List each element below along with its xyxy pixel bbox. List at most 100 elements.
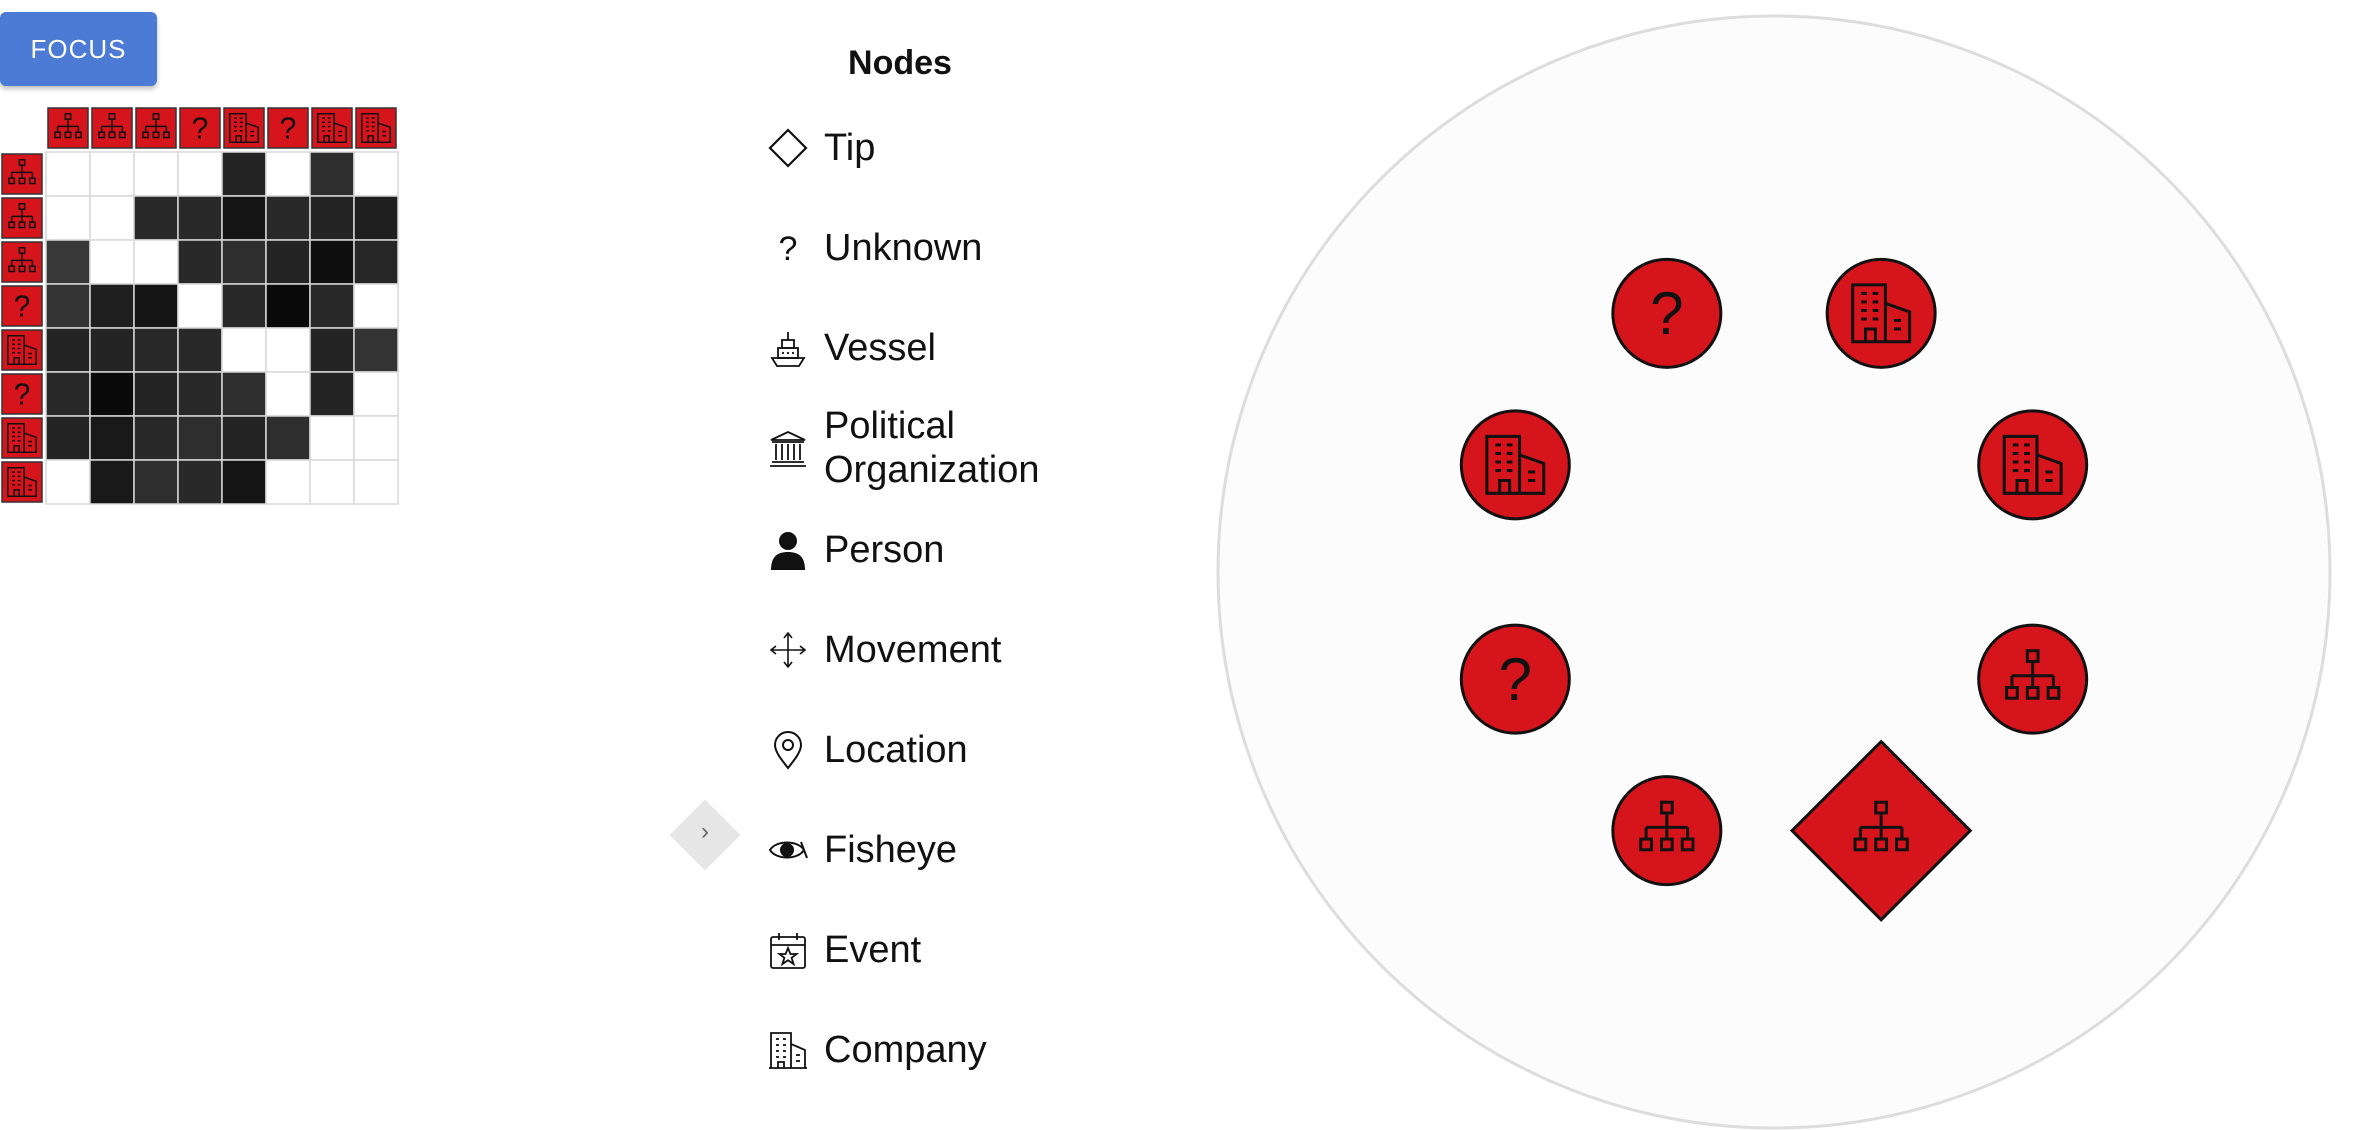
matrix-cell[interactable] [177, 151, 223, 197]
matrix-cell[interactable] [309, 371, 355, 417]
matrix-cell[interactable] [221, 239, 267, 285]
person-icon [768, 530, 808, 570]
matrix-cell[interactable] [353, 151, 399, 197]
matrix-cell[interactable] [89, 327, 135, 373]
graph-node[interactable] [1977, 409, 2089, 521]
legend-label: Company [824, 1029, 987, 1071]
matrix-cell[interactable] [265, 151, 311, 197]
matrix-cell[interactable] [45, 151, 91, 197]
matrix-cell[interactable] [45, 283, 91, 329]
graph-node[interactable] [1459, 409, 1571, 521]
matrix-row-header[interactable]: ? [1, 285, 43, 327]
matrix-cell[interactable] [89, 415, 135, 461]
matrix-row-header[interactable] [1, 153, 43, 195]
matrix-col-header[interactable] [91, 107, 133, 149]
matrix-cell[interactable] [221, 371, 267, 417]
matrix-cell[interactable] [89, 195, 135, 241]
matrix-cell[interactable] [265, 239, 311, 285]
matrix-col-header[interactable] [223, 107, 265, 149]
matrix-cell[interactable] [265, 415, 311, 461]
matrix-col-header[interactable]: ? [179, 107, 221, 149]
matrix-cell[interactable] [89, 371, 135, 417]
matrix-cell[interactable] [265, 327, 311, 373]
matrix-cell[interactable] [221, 151, 267, 197]
matrix-cell[interactable] [221, 415, 267, 461]
legend-label: Event [824, 929, 922, 971]
matrix-cell[interactable] [309, 327, 355, 373]
matrix-col-header[interactable]: ? [267, 107, 309, 149]
matrix-cell[interactable] [89, 239, 135, 285]
matrix-cell[interactable] [309, 459, 355, 505]
matrix-cell[interactable] [265, 459, 311, 505]
matrix-cell[interactable] [133, 371, 179, 417]
matrix-col-header[interactable] [355, 107, 397, 149]
legend-item-unknown: ? Unknown [768, 218, 1148, 278]
matrix-cell[interactable] [89, 151, 135, 197]
matrix-cell[interactable] [353, 371, 399, 417]
matrix-col-header[interactable] [311, 107, 353, 149]
matrix-cell[interactable] [353, 195, 399, 241]
graph-node[interactable]: ? [1459, 623, 1571, 735]
matrix-cell[interactable] [309, 151, 355, 197]
matrix-cell[interactable] [309, 415, 355, 461]
matrix-row-header[interactable] [1, 417, 43, 459]
matrix-cell[interactable] [133, 459, 179, 505]
matrix-cell[interactable] [89, 459, 135, 505]
matrix-cell[interactable] [221, 283, 267, 329]
matrix-cell[interactable] [221, 327, 267, 373]
matrix-cell[interactable] [177, 371, 223, 417]
legend-toggle-button[interactable]: › [669, 799, 741, 871]
graph-node[interactable]: ? [1611, 257, 1723, 369]
matrix-cell[interactable] [353, 459, 399, 505]
matrix-cell[interactable] [45, 371, 91, 417]
matrix-cell[interactable] [353, 239, 399, 285]
map-pin-icon [768, 730, 808, 770]
move-arrows-icon [768, 630, 808, 670]
focus-button[interactable]: FOCUS [0, 12, 157, 86]
matrix-cell[interactable] [177, 195, 223, 241]
matrix-cell[interactable] [309, 239, 355, 285]
matrix-row-header[interactable] [1, 329, 43, 371]
legend-label: Location [824, 729, 968, 771]
matrix-cell[interactable] [133, 151, 179, 197]
matrix-row-header[interactable] [1, 197, 43, 239]
matrix-cell[interactable] [309, 195, 355, 241]
matrix-cell[interactable] [353, 327, 399, 373]
matrix-cell[interactable] [45, 239, 91, 285]
matrix-cell[interactable] [221, 195, 267, 241]
matrix-cell[interactable] [177, 327, 223, 373]
matrix-cell[interactable] [133, 195, 179, 241]
graph-node[interactable] [1825, 257, 1937, 369]
matrix-cell[interactable] [133, 415, 179, 461]
matrix-cell[interactable] [353, 415, 399, 461]
svg-text:?: ? [1650, 279, 1684, 347]
matrix-row-header[interactable]: ? [1, 373, 43, 415]
matrix-cell[interactable] [177, 283, 223, 329]
matrix-cell[interactable] [177, 239, 223, 285]
matrix-cell[interactable] [45, 459, 91, 505]
matrix-cell[interactable] [177, 415, 223, 461]
graph-view[interactable]: ?? [1212, 14, 2336, 1130]
matrix-col-header[interactable] [47, 107, 89, 149]
matrix-cell[interactable] [177, 459, 223, 505]
matrix-row-header[interactable] [1, 241, 43, 283]
matrix-cell[interactable] [45, 195, 91, 241]
matrix-cell[interactable] [45, 415, 91, 461]
legend-item-fisheye: Fisheye [768, 820, 1148, 880]
matrix-cell[interactable] [265, 371, 311, 417]
matrix-cell[interactable] [45, 327, 91, 373]
matrix-cell[interactable] [133, 327, 179, 373]
matrix-col-header[interactable] [135, 107, 177, 149]
graph-node[interactable] [1977, 623, 2089, 735]
matrix-cell[interactable] [309, 283, 355, 329]
matrix-cell[interactable] [221, 459, 267, 505]
matrix-row-header[interactable] [1, 461, 43, 503]
matrix-cell[interactable] [265, 283, 311, 329]
matrix-cell[interactable] [265, 195, 311, 241]
legend-label: Vessel [824, 327, 936, 369]
graph-node[interactable] [1611, 775, 1723, 887]
matrix-cell[interactable] [89, 283, 135, 329]
matrix-cell[interactable] [353, 283, 399, 329]
matrix-cell[interactable] [133, 283, 179, 329]
matrix-cell[interactable] [133, 239, 179, 285]
